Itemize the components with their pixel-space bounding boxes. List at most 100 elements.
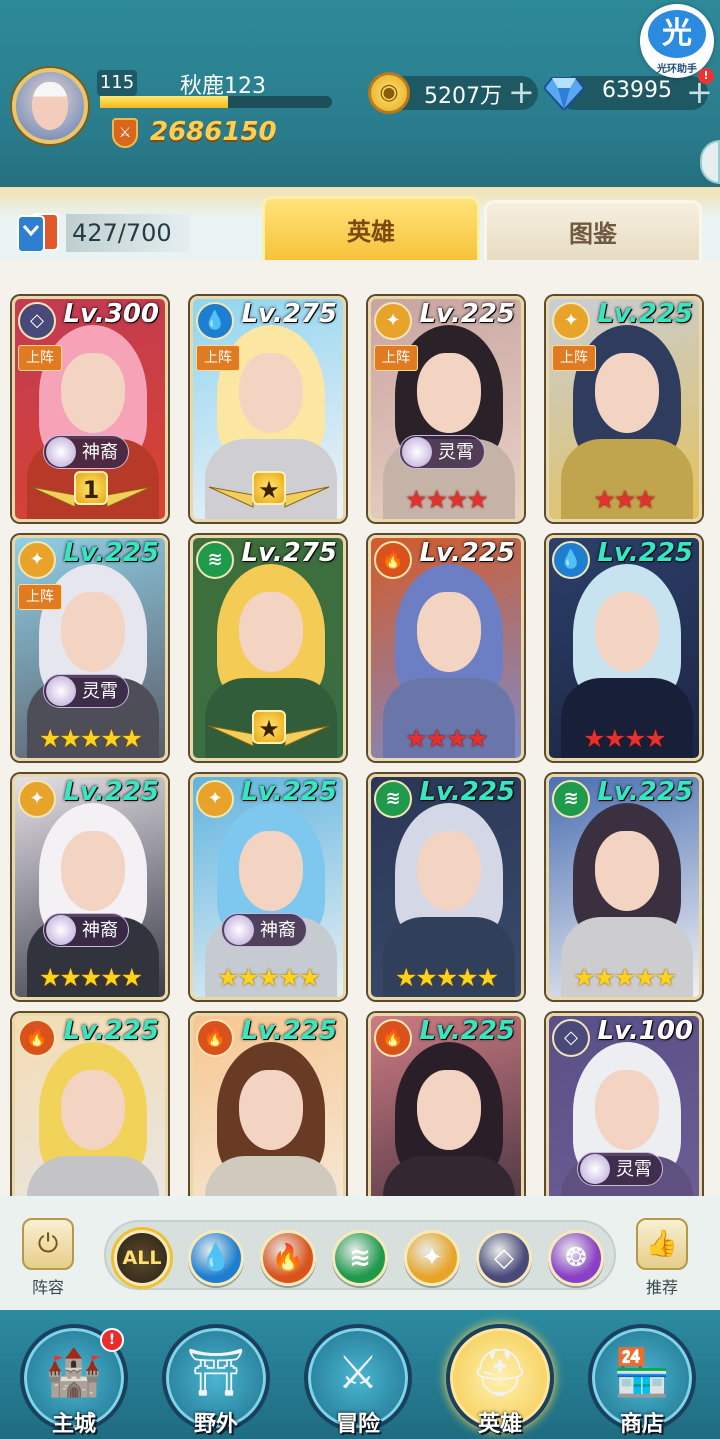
fire-faction-icon: 🔥 xyxy=(18,1019,56,1057)
hero-card[interactable]: ✦ Lv.225 神裔 ★★★★★ xyxy=(190,774,346,1000)
hero-card[interactable]: 🔥 Lv.225 xyxy=(12,1013,168,1196)
nav-portal[interactable]: ⛩ 野外 xyxy=(162,1324,272,1439)
hero-card[interactable]: ≋ Lv.275 ★ xyxy=(190,535,346,761)
side-drawer-handle[interactable] xyxy=(700,140,720,184)
winged-rank-badge: ★ xyxy=(207,710,331,752)
thumbs-up-icon: 👍 xyxy=(636,1218,688,1270)
filter-shadow-button[interactable]: ◇ xyxy=(476,1230,532,1286)
hero-card[interactable]: ≋ Lv.225 ★★★★★ xyxy=(546,774,702,1000)
recommend-button[interactable]: 👍 推荐 xyxy=(632,1218,692,1304)
filter-arcane-button[interactable]: ❂ xyxy=(548,1230,604,1286)
hero-card[interactable]: 🔥 Lv.225 ★★★★ xyxy=(368,535,524,761)
hero-card[interactable]: 💧 Lv.275 上阵 ★ xyxy=(190,296,346,522)
rank-badge-value: ★ xyxy=(252,710,286,744)
deployed-tag: 上阵 xyxy=(196,345,240,371)
shadow-faction-icon: ◇ xyxy=(18,302,56,340)
bottom-navigation: 🏰 主城! ⛩ 野外 ⚔ 冒险 ⛑ 英雄 🏪 商店 xyxy=(0,1310,720,1439)
hero-level: Lv.225 xyxy=(419,1016,515,1046)
hero-card[interactable]: 💧 Lv.225 ★★★★ xyxy=(546,535,702,761)
tab-handbook[interactable]: 图鉴 xyxy=(484,200,702,260)
light-faction-icon: ✦ xyxy=(18,780,56,818)
light-faction-icon: ✦ xyxy=(552,302,590,340)
hero-card[interactable]: ✦ Lv.225 上阵 ★★★ xyxy=(546,296,702,522)
lineup-icon: ⏻ xyxy=(22,1218,74,1270)
hero-level: Lv.275 xyxy=(241,299,337,329)
hero-capacity: 427/700 xyxy=(66,214,190,252)
wind-faction-icon: ≋ xyxy=(374,780,412,818)
hero-level: Lv.225 xyxy=(597,777,693,807)
castle-icon: 🏰 xyxy=(45,1345,103,1399)
nav-label: 冒险 xyxy=(335,1412,380,1437)
nav-helmet[interactable]: ⛑ 英雄 xyxy=(446,1324,556,1439)
nav-castle[interactable]: 🏰 主城! xyxy=(20,1324,130,1439)
player-level: 115 xyxy=(97,70,137,96)
halo-helper-button[interactable]: 光 光环助手 ! xyxy=(640,4,714,84)
hero-level: Lv.225 xyxy=(419,538,515,568)
filter-wind-button[interactable]: ≋ xyxy=(332,1230,388,1286)
hero-stars: ★★★★ xyxy=(405,724,489,753)
tab-heroes[interactable]: 英雄 xyxy=(262,196,480,266)
add-gold-icon[interactable]: + xyxy=(508,76,535,108)
hero-class-badge: 神裔 xyxy=(43,435,129,469)
hero-card[interactable]: ≋ Lv.225 ★★★★★ xyxy=(368,774,524,1000)
fire-faction-icon: 🔥 xyxy=(374,1019,412,1057)
hero-class-badge: 灵霄 xyxy=(577,1152,663,1186)
hero-class-badge: 神裔 xyxy=(43,913,129,947)
rank-badge-value: 1 xyxy=(74,471,108,505)
hero-stars: ★★★★★ xyxy=(572,963,677,992)
nav-label: 野外 xyxy=(193,1412,238,1437)
hero-level: Lv.225 xyxy=(419,777,515,807)
top-header: 115 秋鹿123 ⚔ 2686150 ◉ 5207万 + 63995 + 光 … xyxy=(0,0,720,217)
winged-rank-badge: ★ xyxy=(207,471,331,513)
water-faction-icon: 💧 xyxy=(196,302,234,340)
deployed-tag: 上阵 xyxy=(18,584,62,610)
shop-icon: 🏪 xyxy=(613,1345,671,1399)
hero-stars: ★★★★★ xyxy=(216,963,321,992)
light-faction-icon: ✦ xyxy=(18,541,56,579)
filter-water-button[interactable]: 💧 xyxy=(188,1230,244,1286)
filter-all-button[interactable]: ALL xyxy=(114,1230,170,1286)
combat-power: 2686150 xyxy=(150,117,277,147)
deployed-tag: 上阵 xyxy=(552,345,596,371)
hero-stars: ★★★★ xyxy=(405,485,489,514)
hero-card[interactable]: 🔥 Lv.225 xyxy=(368,1013,524,1196)
halo-helper-label: 光环助手 xyxy=(657,64,697,75)
lineup-button[interactable]: ⏻ 阵容 xyxy=(18,1218,78,1304)
filter-fire-button[interactable]: 🔥 xyxy=(260,1230,316,1286)
player-avatar[interactable] xyxy=(12,68,88,144)
hero-card[interactable]: ✦ Lv.225 上阵 灵霄 ★★★★ xyxy=(368,296,524,522)
nav-shop[interactable]: 🏪 商店 xyxy=(588,1324,698,1439)
hero-card[interactable]: ◇ Lv.100 灵霄 xyxy=(546,1013,702,1196)
light-faction-icon: ✦ xyxy=(374,302,412,340)
fire-faction-icon: 🔥 xyxy=(374,541,412,579)
lineup-label: 阵容 xyxy=(31,1278,64,1297)
hero-card[interactable]: ◇ Lv.300 上阵神裔 1 xyxy=(12,296,168,522)
hero-card[interactable]: ✦ Lv.225 上阵 灵霄 ★★★★★ xyxy=(12,535,168,761)
hero-stars: ★★★ xyxy=(593,485,656,514)
light-faction-icon: ✦ xyxy=(421,1243,443,1273)
gold-coin-icon: ◉ xyxy=(368,72,410,114)
hero-stars: ★★★★★ xyxy=(394,963,499,992)
wind-faction-icon: ≋ xyxy=(196,541,234,579)
recommend-label: 推荐 xyxy=(645,1278,678,1297)
helmet-icon: ⛑ xyxy=(470,1345,530,1399)
deployed-tag: 上阵 xyxy=(18,345,62,371)
hero-card[interactable]: ✦ Lv.225 神裔 ★★★★★ xyxy=(12,774,168,1000)
nav-label: 主城 xyxy=(51,1412,96,1437)
water-faction-icon: 💧 xyxy=(199,1243,233,1273)
fire-faction-icon: 🔥 xyxy=(271,1243,305,1273)
filter-light-button[interactable]: ✦ xyxy=(404,1230,460,1286)
hero-class-badge: 灵霄 xyxy=(43,674,129,708)
hero-level: Lv.225 xyxy=(597,538,693,568)
hero-level: Lv.225 xyxy=(419,299,515,329)
exp-bar xyxy=(100,96,332,108)
nav-label: 商店 xyxy=(619,1412,664,1437)
winged-rank-badge: 1 xyxy=(29,471,153,513)
water-faction-icon: 💧 xyxy=(552,541,590,579)
hero-level: Lv.300 xyxy=(63,299,159,329)
hero-grid: ◇ Lv.300 上阵 神裔 1 💧 Lv.275 上阵 ★ ✦ Lv.225 上阵 灵霄 ★★… xyxy=(0,260,720,1196)
rank-badge-value: ★ xyxy=(252,471,286,505)
hero-card[interactable]: 🔥 Lv.225 xyxy=(190,1013,346,1196)
hero-level: Lv.100 xyxy=(597,1016,693,1046)
nav-sword[interactable]: ⚔ 冒险 xyxy=(304,1324,414,1439)
